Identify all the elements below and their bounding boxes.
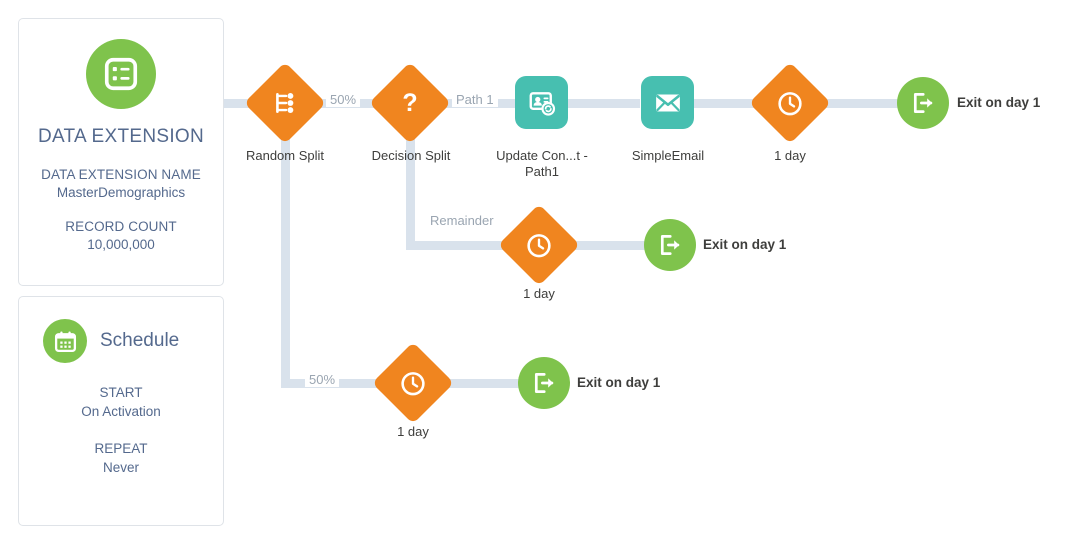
- connector-label-random-split-a: 50%: [326, 92, 361, 107]
- connector-label-decision-remainder: Remainder: [430, 213, 494, 228]
- journey-canvas[interactable]: 50% Path 1 Remainder 50% DATA EXTENSION …: [0, 0, 1082, 551]
- exit-arrow-icon: [913, 93, 933, 113]
- clock-icon: [400, 370, 427, 397]
- node-wait-bottom[interactable]: [371, 341, 455, 425]
- connector-remainder-branch-horizontal: [406, 241, 513, 250]
- node-label-wait-middle: 1 day: [523, 286, 555, 301]
- clock-icon: [526, 232, 553, 259]
- node-label-exit-middle: Exit on day 1: [703, 237, 787, 252]
- node-label-wait-top: 1 day: [774, 148, 806, 163]
- schedule-repeat-label: REPEAT: [94, 441, 148, 456]
- schedule-repeat-value: Never: [102, 460, 139, 475]
- node-wait-middle[interactable]: [497, 203, 581, 287]
- wait-middle-shape: [497, 203, 581, 287]
- connector-decision-split-down: [406, 125, 415, 245]
- data-extension-name-value: MasterDemographics: [56, 185, 186, 200]
- node-wait-top[interactable]: [748, 61, 832, 145]
- data-extension-card[interactable]: DATA EXTENSION DATA EXTENSION NAME Maste…: [18, 18, 224, 286]
- schedule-start-label: START: [99, 385, 143, 400]
- random-split-icon: [272, 90, 298, 116]
- svg-text:?: ?: [402, 89, 417, 117]
- node-label-exit-top: Exit on day 1: [957, 95, 1041, 110]
- decision-split-shape: ?: [368, 61, 452, 145]
- calendar-icon: [43, 319, 87, 363]
- node-label-exit-bottom: Exit on day 1: [577, 375, 661, 390]
- wait-top-shape: [748, 61, 832, 145]
- exit-bottom-shape: [518, 357, 570, 409]
- record-count-label: RECORD COUNT: [65, 219, 177, 234]
- node-label-decision-split: Decision Split: [371, 148, 451, 163]
- connector-wait-middle-to-exit-middle: [568, 241, 650, 250]
- wait-bottom-shape: [371, 341, 455, 425]
- record-count-value: 10,000,000: [87, 237, 155, 252]
- node-exit-bottom[interactable]: [518, 357, 570, 409]
- node-update-contact[interactable]: [515, 76, 568, 129]
- exit-top-shape: [897, 77, 949, 129]
- data-extension-list-icon: [86, 39, 156, 109]
- random-split-shape: [243, 61, 327, 145]
- schedule-title: Schedule: [100, 330, 180, 351]
- update-contact-shape: [515, 76, 568, 129]
- clock-icon: [777, 90, 804, 117]
- schedule-header: Schedule: [19, 297, 223, 363]
- connector-wait-top-to-exit-top: [818, 99, 902, 108]
- exit-arrow-icon: [534, 373, 554, 393]
- node-decision-split[interactable]: ?: [368, 61, 452, 145]
- connector-label-decision-path-1: Path 1: [452, 92, 498, 107]
- node-exit-middle[interactable]: [644, 219, 696, 271]
- simple-email-shape: [641, 76, 694, 129]
- node-label-random-split: Random Split: [245, 148, 325, 163]
- node-simple-email[interactable]: [641, 76, 694, 129]
- node-label-update-contact: Update Con...t - Path1: [496, 148, 588, 179]
- update-contact-icon: [529, 91, 555, 116]
- node-label-simple-email: SimpleEmail: [631, 148, 705, 163]
- exit-middle-shape: [644, 219, 696, 271]
- envelope-icon: [655, 94, 680, 111]
- data-extension-name-label: DATA EXTENSION NAME: [41, 167, 201, 182]
- node-label-wait-bottom: 1 day: [397, 424, 429, 439]
- question-mark-icon: ?: [395, 88, 425, 118]
- schedule-start-value: On Activation: [81, 404, 161, 419]
- data-extension-title: DATA EXTENSION: [37, 126, 205, 147]
- schedule-card[interactable]: Schedule START On Activation REPEAT Neve…: [18, 296, 224, 526]
- connector-label-random-split-b: 50%: [305, 372, 340, 387]
- node-random-split[interactable]: [243, 61, 327, 145]
- node-exit-top[interactable]: [897, 77, 949, 129]
- exit-arrow-icon: [660, 235, 680, 255]
- connector-update-contact-to-simple-email: [568, 99, 640, 108]
- connector-wait-bottom-to-exit-bottom: [442, 379, 524, 388]
